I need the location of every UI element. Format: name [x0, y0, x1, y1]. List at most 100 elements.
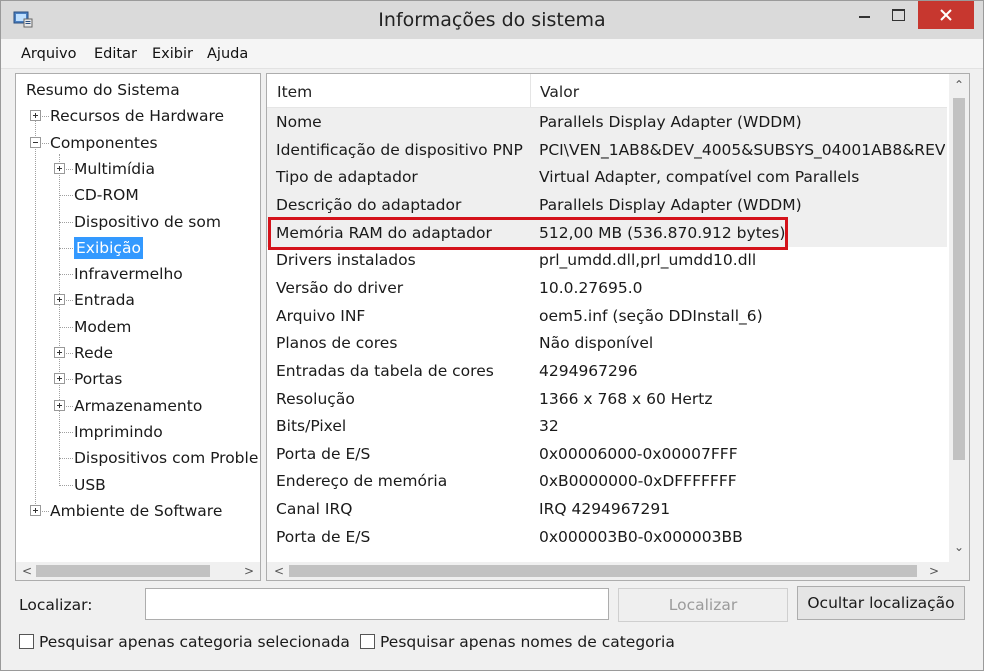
- table-row[interactable]: Planos de cores Não disponível: [267, 329, 947, 357]
- tree-item-label: Resumo do Sistema: [26, 81, 180, 99]
- scroll-right-icon[interactable]: >: [927, 564, 941, 578]
- row-value: Virtual Adapter, compatível com Parallel…: [539, 168, 860, 187]
- menu-exibir[interactable]: Exibir: [152, 46, 193, 62]
- scroll-right-icon[interactable]: >: [242, 564, 256, 578]
- table-row[interactable]: Versão do driver 10.0.27695.0: [267, 274, 947, 302]
- close-button[interactable]: [918, 1, 974, 29]
- tree-connector: [59, 274, 73, 276]
- row-item: Resolução: [276, 389, 355, 408]
- row-value: 0x000003B0-0x000003BB: [539, 527, 743, 546]
- tree-item-label: Ambiente de Software: [50, 501, 223, 520]
- table-row[interactable]: Descrição do adaptador Parallels Display …: [267, 190, 947, 219]
- tree-item-label: Portas: [74, 370, 123, 389]
- table-row[interactable]: Endereço de memória 0xB0000000-0xDFFFFFFF: [267, 467, 947, 495]
- table-row[interactable]: Bits/Pixel 32: [267, 412, 947, 440]
- row-item: Arquivo INF: [276, 306, 366, 325]
- scroll-down-icon[interactable]: ⌄: [952, 540, 966, 554]
- column-header-item[interactable]: Item: [277, 83, 312, 101]
- row-value: IRQ 4294967291: [539, 500, 671, 519]
- expand-icon[interactable]: [54, 162, 65, 174]
- row-value: 4294967296: [539, 361, 638, 380]
- expand-icon[interactable]: [54, 399, 65, 411]
- scroll-left-icon[interactable]: <: [20, 564, 34, 578]
- tree-item-label: Armazenamento: [74, 396, 203, 415]
- expand-icon[interactable]: [54, 347, 65, 358]
- tree-connector: [35, 114, 36, 512]
- row-value: Parallels Display Adapter (WDDM): [539, 113, 802, 131]
- tree-item-label: Multimídia: [74, 159, 155, 178]
- tree-connector: [59, 484, 73, 486]
- title-bar[interactable]: Informações do sistema: [1, 1, 983, 39]
- row-item: Canal IRQ: [276, 500, 353, 519]
- row-value: 0xB0000000-0xDFFFFFFF: [539, 472, 737, 491]
- row-item: Identificação de dispositivo PNP: [276, 140, 523, 159]
- tree-connector: [59, 221, 73, 223]
- tree-item-label: Entrada: [74, 291, 135, 310]
- collapse-icon[interactable]: [30, 136, 41, 148]
- checkbox-box[interactable]: [19, 634, 34, 649]
- tree-connector: [59, 326, 73, 328]
- expand-icon[interactable]: [30, 110, 41, 122]
- tree-item-label: Dispositivos com Proble: [74, 449, 259, 468]
- table-row[interactable]: Porta de E/S 0x00006000-0x00007FFF: [267, 440, 947, 468]
- menu-editar[interactable]: Editar: [94, 46, 137, 62]
- row-value: 10.0.27695.0: [539, 278, 643, 297]
- expand-icon[interactable]: [30, 504, 41, 516]
- checkbox-label: Pesquisar apenas categoria selecionada: [39, 633, 350, 651]
- expand-icon[interactable]: [54, 373, 65, 385]
- row-item: Drivers instalados: [276, 251, 416, 270]
- scroll-thumb[interactable]: [953, 98, 965, 460]
- table-row[interactable]: Tipo de adaptador Virtual Adapter, compat…: [267, 163, 947, 192]
- tree-item-label: USB: [74, 475, 106, 494]
- table-row[interactable]: Canal IRQ IRQ 4294967291: [267, 495, 947, 523]
- row-item: Tipo de adaptador: [276, 168, 418, 187]
- list-horizontal-scrollbar[interactable]: < >: [267, 562, 969, 580]
- row-item: Entradas da tabela de cores: [276, 361, 494, 380]
- table-row[interactable]: Identificação de dispositivo PNP PCI\VEN_…: [267, 135, 947, 164]
- scroll-thumb[interactable]: [289, 565, 917, 577]
- row-value: 512,00 MB (536.870.912 bytes): [539, 223, 786, 242]
- scroll-left-icon[interactable]: <: [272, 564, 286, 578]
- expand-icon[interactable]: [54, 294, 65, 306]
- table-row[interactable]: Drivers instalados prl_umdd.dll,prl_umdd1…: [267, 246, 947, 274]
- column-header-value[interactable]: Valor: [540, 83, 579, 101]
- checkbox-label: Pesquisar apenas nomes de categoria: [380, 633, 675, 651]
- scroll-thumb[interactable]: [36, 565, 210, 577]
- row-item: Descrição do adaptador: [276, 195, 462, 214]
- minimize-button[interactable]: [849, 1, 879, 29]
- table-row[interactable]: Memória RAM do adaptador 512,00 MB (536.8…: [267, 218, 947, 247]
- row-value: Não disponível: [539, 334, 654, 353]
- system-information-window: Informações do sistema Arquivo Editar Ex…: [0, 0, 984, 671]
- table-row[interactable]: Nome Parallels Display Adapter (WDDM): [267, 108, 947, 136]
- details-list[interactable]: Item Valor Nome Parallels Display Adapter…: [266, 73, 970, 581]
- row-item: Nome: [276, 113, 322, 131]
- tree-horizontal-scrollbar[interactable]: < >: [16, 562, 260, 580]
- menu-ajuda[interactable]: Ajuda: [207, 46, 248, 62]
- tree-connector: [59, 247, 73, 249]
- checkbox-box[interactable]: [360, 634, 375, 649]
- find-button[interactable]: Localizar: [618, 588, 788, 622]
- row-item: Versão do driver: [276, 278, 404, 297]
- tree-item-label: Imprimindo: [74, 422, 163, 441]
- row-value: 0x00006000-0x00007FFF: [539, 444, 738, 463]
- table-row[interactable]: Arquivo INF oem5.inf (seção DDInstall_6): [267, 302, 947, 330]
- menu-arquivo[interactable]: Arquivo: [21, 46, 77, 62]
- table-row[interactable]: Porta de E/S 0x000003B0-0x000003BB: [267, 523, 947, 551]
- row-value: oem5.inf (seção DDInstall_6): [539, 306, 763, 325]
- row-item: Porta de E/S: [276, 527, 371, 546]
- list-vertical-scrollbar[interactable]: ⌃ ⌄: [949, 74, 969, 562]
- find-input[interactable]: [145, 588, 609, 620]
- row-item: Memória RAM do adaptador: [276, 223, 492, 242]
- category-tree[interactable]: Resumo do Sistema Recursos de Hardware Com…: [15, 73, 261, 581]
- table-row[interactable]: Resolução 1366 x 768 x 60 Hertz: [267, 385, 947, 413]
- hide-find-button[interactable]: Ocultar localização: [797, 586, 965, 620]
- scroll-up-icon[interactable]: ⌃: [952, 78, 966, 92]
- row-item: Bits/Pixel: [276, 417, 347, 436]
- maximize-button[interactable]: [881, 1, 915, 29]
- row-value: Parallels Display Adapter (WDDM): [539, 195, 802, 214]
- row-item: Porta de E/S: [276, 444, 371, 463]
- window-title: Informações do sistema: [378, 9, 606, 31]
- column-divider[interactable]: [530, 74, 531, 108]
- table-row[interactable]: Entradas da tabela de cores 4294967296: [267, 357, 947, 385]
- tree-connector: [59, 431, 73, 433]
